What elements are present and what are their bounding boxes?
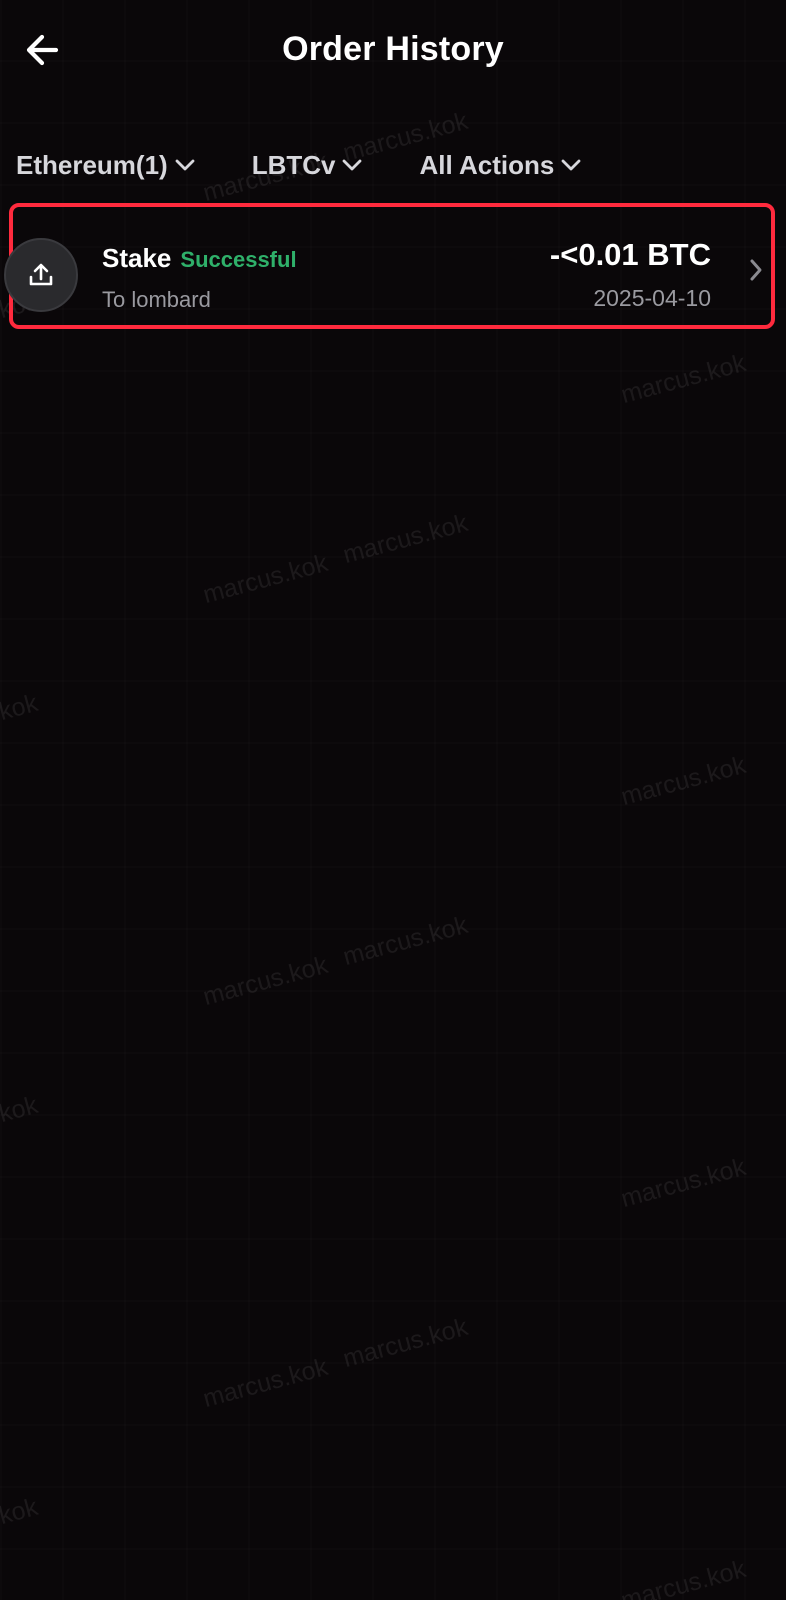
order-amount: -<0.01 BTC xyxy=(549,237,711,272)
header: Order History xyxy=(0,0,786,110)
order-history-screen: marcus.kok marcus.kok marcus.kok marcus.… xyxy=(0,0,786,1600)
chevron-down-icon xyxy=(341,157,363,173)
chevron-down-icon xyxy=(560,157,582,173)
chevron-right-icon xyxy=(744,255,768,285)
status-badge: Successful xyxy=(180,247,297,272)
action-filter[interactable]: All Actions xyxy=(419,150,582,181)
watermark: marcus.kok xyxy=(618,750,749,812)
watermark: marcus.kok xyxy=(618,348,749,410)
chevron-down-icon xyxy=(174,157,196,173)
watermark: marcus.kok xyxy=(200,548,331,610)
watermark: marcus.kok xyxy=(618,1152,749,1214)
upload-icon xyxy=(4,238,78,312)
filter-bar: Ethereum(1) LBTCv All Actions xyxy=(16,145,638,185)
watermark: marcus.kok xyxy=(200,950,331,1012)
filter-label: All Actions xyxy=(419,149,555,180)
watermark: marcus.kok xyxy=(340,1312,471,1374)
watermark: marcus.kok xyxy=(0,688,41,750)
network-filter[interactable]: Ethereum(1) xyxy=(16,150,196,181)
token-filter[interactable]: LBTCv xyxy=(252,150,364,181)
order-row[interactable]: Stake Successful To lombard -<0.01 BTC 2… xyxy=(4,203,775,329)
filter-label: LBTCv xyxy=(251,149,336,180)
order-title: Stake Successful xyxy=(102,243,297,274)
order-destination: To lombard xyxy=(102,287,211,312)
filter-label: Ethereum(1) xyxy=(16,149,168,180)
watermark: marcus.kok xyxy=(0,1492,41,1554)
watermark: marcus.kok xyxy=(200,1352,331,1414)
order-action: Stake xyxy=(102,243,172,273)
watermark: marcus.kok xyxy=(340,508,471,570)
watermark: marcus.kok xyxy=(618,1554,749,1600)
order-date: 2025-04-10 xyxy=(593,285,711,311)
watermark: marcus.kok xyxy=(0,1090,41,1152)
watermark: marcus.kok xyxy=(340,910,471,972)
page-title: Order History xyxy=(282,30,504,68)
